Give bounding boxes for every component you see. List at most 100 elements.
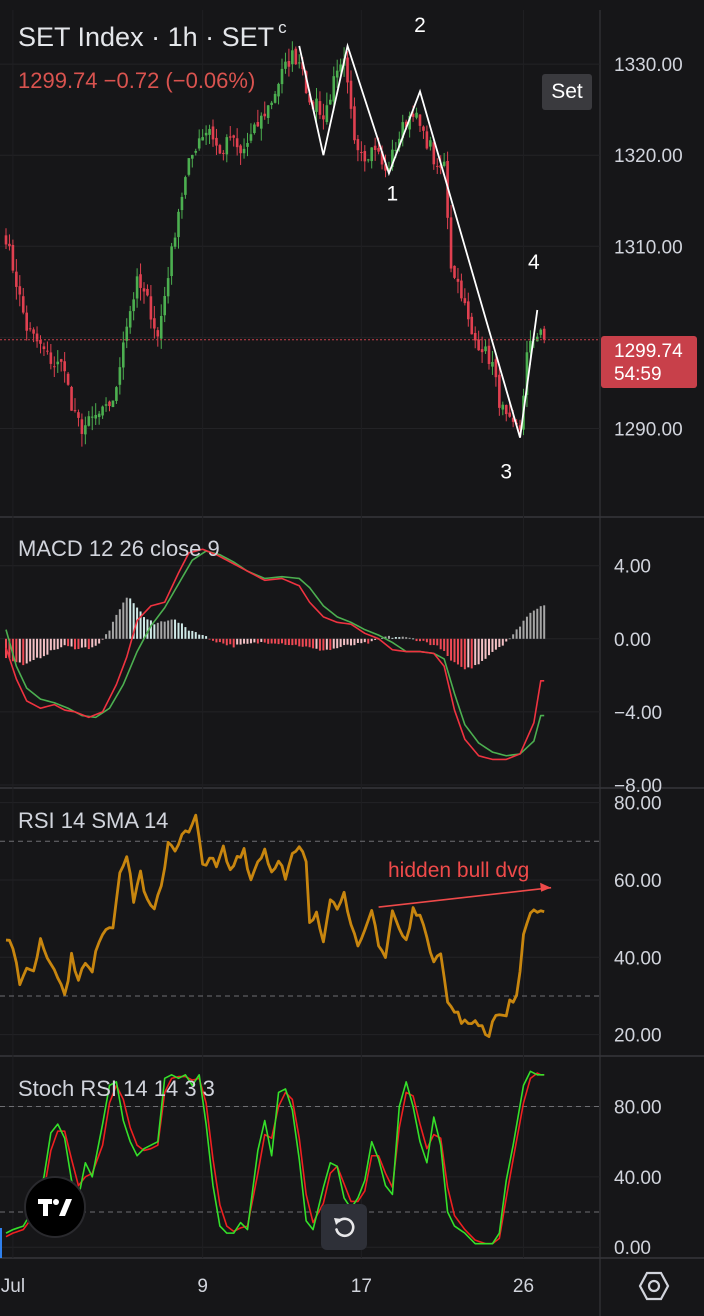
macd-histogram-bar: [163, 621, 166, 639]
macd-histogram-bar: [77, 638, 80, 649]
candle-body: [84, 425, 87, 435]
candle-body: [215, 137, 218, 146]
candle-body: [253, 124, 256, 134]
macd-histogram-bar: [408, 637, 411, 639]
set-button[interactable]: Set: [542, 74, 592, 110]
macd-histogram-bar: [436, 638, 439, 646]
macd-histogram-bar: [201, 635, 204, 639]
candle-body: [32, 329, 35, 334]
macd-histogram-bar: [143, 617, 145, 639]
macd-histogram-bar: [222, 638, 225, 644]
candle-body: [156, 330, 160, 337]
macd-histogram-bar: [346, 638, 349, 645]
candle-body: [132, 299, 135, 312]
candle-body: [266, 105, 270, 118]
macd-histogram-bar: [84, 638, 87, 648]
candle-body: [187, 158, 191, 175]
macd-histogram-bar: [105, 634, 108, 639]
candle-body: [291, 50, 294, 65]
macd-histogram-bar: [129, 598, 132, 639]
candle-body: [363, 151, 367, 162]
macd-histogram-bar: [387, 635, 390, 639]
candle-body: [377, 147, 380, 152]
price-tick-label: 1320.00: [614, 146, 683, 167]
candle-body: [4, 235, 8, 245]
price-tick-label: 1310.00: [614, 237, 683, 258]
candle-body: [39, 339, 42, 344]
macd-histogram-bar: [232, 638, 235, 648]
macd-histogram-bar: [415, 638, 418, 642]
macd-histogram-bar: [281, 638, 283, 644]
price-quote: 1299.74 −0.72 (−0.06%): [18, 68, 256, 93]
chart-canvas[interactable]: 1290.001310.001320.001330.004.000.00−4.0…: [0, 0, 704, 1316]
candle-body: [542, 328, 546, 340]
candle-body: [329, 99, 332, 105]
macd-histogram-bar: [111, 621, 114, 639]
candle-body: [356, 139, 360, 151]
macd-histogram-bar: [498, 638, 501, 648]
macd-histogram-bar: [249, 638, 252, 644]
candle-body: [11, 244, 15, 271]
candle-body: [315, 98, 318, 112]
candle-body: [235, 138, 239, 148]
reset-chart-button[interactable]: [321, 1204, 367, 1250]
stoch-rsi-label[interactable]: Stoch RSI 14 14 3 3: [18, 1076, 215, 1102]
candle-body: [270, 102, 273, 106]
macd-histogram-bar: [474, 638, 477, 666]
candle-body: [332, 76, 336, 102]
candle-body: [287, 61, 291, 67]
candle-body: [173, 237, 177, 247]
candle-body: [90, 416, 94, 418]
macd-histogram-bar: [363, 638, 366, 643]
macd-histogram-bar: [432, 638, 435, 646]
macd-histogram-bar: [94, 638, 97, 646]
candle-body: [166, 278, 170, 297]
macd-histogram-bar: [170, 619, 173, 639]
stoch-tick-label: 80.00: [614, 1097, 662, 1118]
rsi-tick-label: 60.00: [614, 871, 662, 892]
macd-histogram-bar: [22, 638, 25, 666]
candle-body: [135, 276, 139, 299]
rsi-label[interactable]: RSI 14 SMA 14: [18, 808, 168, 834]
macd-histogram-bar: [529, 612, 532, 639]
macd-histogram-bar: [508, 638, 511, 640]
divergence-annotation: hidden bull dvg: [388, 859, 529, 882]
candle-body: [63, 361, 66, 372]
macd-histogram-bar: [246, 638, 249, 644]
macd-histogram-bar: [15, 638, 18, 663]
candle-body: [366, 159, 370, 161]
chart-background: [0, 0, 704, 1316]
candle-body: [163, 296, 166, 316]
reset-icon: [334, 1217, 355, 1238]
macd-histogram-bar: [391, 637, 394, 639]
wave-label-3: 3: [500, 461, 512, 484]
macd-histogram-bar: [543, 605, 546, 639]
macd-histogram-bar: [284, 638, 287, 645]
candle-body: [59, 359, 63, 362]
last-price-tag: 1299.74 54:59: [601, 336, 697, 388]
candle-body: [346, 57, 349, 83]
candle-body: [477, 339, 480, 351]
macd-histogram-bar: [308, 638, 311, 648]
candle-body: [8, 243, 11, 247]
chart-settings-button[interactable]: [635, 1268, 673, 1304]
candle-body: [256, 122, 260, 127]
macd-tick-label: 0.00: [614, 630, 651, 651]
candle-body: [218, 145, 222, 154]
macd-histogram-bar: [180, 623, 183, 639]
macd-histogram-bar: [456, 638, 459, 665]
candle-body: [280, 68, 284, 85]
macd-histogram-bar: [174, 619, 177, 639]
macd-histogram-bar: [191, 630, 194, 639]
candle-body: [49, 352, 53, 364]
candle-body: [494, 359, 498, 378]
macd-histogram-bar: [481, 638, 484, 661]
tradingview-logo-icon[interactable]: [24, 1176, 86, 1238]
macd-histogram-bar: [212, 638, 214, 641]
candle-body: [246, 142, 249, 147]
macd-histogram-bar: [39, 638, 42, 659]
macd-histogram-bar: [505, 638, 508, 642]
macd-label[interactable]: MACD 12 26 close 9: [18, 536, 220, 562]
candle-body: [104, 404, 108, 406]
macd-histogram-bar: [122, 602, 125, 639]
